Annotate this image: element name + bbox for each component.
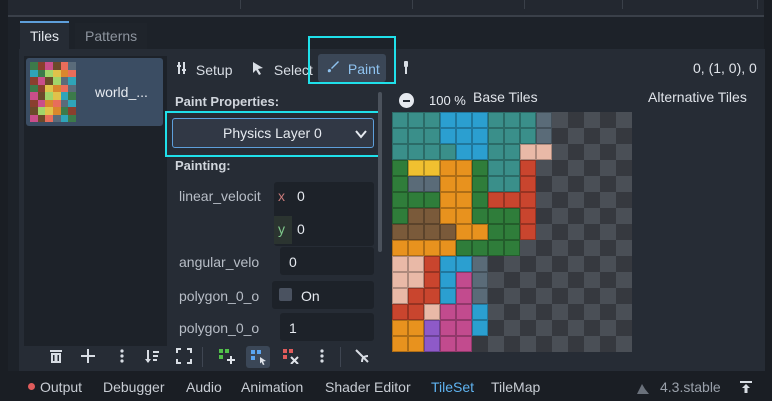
setup-label: Setup xyxy=(195,62,233,78)
base-tiles-label: Base Tiles xyxy=(473,89,538,105)
properties-scrollbar[interactable] xyxy=(378,92,382,252)
tab-tiles[interactable]: Tiles xyxy=(20,21,70,51)
left-scrollbar[interactable] xyxy=(0,0,8,401)
bottom-tab-audio[interactable]: Audio xyxy=(186,379,222,395)
linear-velocity-y-input[interactable]: 0 xyxy=(297,221,305,237)
tab-patterns[interactable]: Patterns xyxy=(75,23,148,49)
panel-divider xyxy=(8,15,764,17)
cursor-icon xyxy=(252,59,270,81)
paint-properties-heading: Paint Properties: xyxy=(175,94,280,109)
version-icon xyxy=(636,381,650,398)
bottom-tab-tilemap[interactable]: TileMap xyxy=(491,379,540,395)
zoom-out-icon[interactable] xyxy=(399,93,414,108)
paint-tool-content[interactable]: Paint xyxy=(326,58,380,80)
tile-source-label: world_... xyxy=(95,84,148,100)
paint-label: Paint xyxy=(347,61,380,77)
property-angular-velocity-label: angular_velo xyxy=(179,254,260,270)
toolbar-divider xyxy=(202,347,203,367)
wrench-icon xyxy=(177,59,192,81)
physics-layer-select[interactable]: Physics Layer 0 xyxy=(172,118,374,148)
eyedropper-icon[interactable] xyxy=(401,60,411,79)
atlas-kebab-icon[interactable] xyxy=(314,348,330,367)
trash-icon[interactable] xyxy=(48,348,64,368)
zoom-level: 100 % xyxy=(429,93,466,108)
property-linear-velocity-label: linear_velocit xyxy=(179,188,261,204)
brush-icon xyxy=(326,58,344,80)
tile-coordinates: 0, (1, 0), 0 xyxy=(693,60,757,76)
error-dot-icon xyxy=(28,383,35,390)
bottom-tab-animation[interactable]: Animation xyxy=(241,379,303,395)
x-axis-label: x xyxy=(278,188,285,204)
chevron-down-icon xyxy=(355,130,367,139)
rotate-icon[interactable] xyxy=(354,348,370,367)
tile-atlas-view[interactable] xyxy=(392,112,634,354)
toolbar-divider-2 xyxy=(340,347,341,367)
bottom-tab-tileset[interactable]: TileSet xyxy=(431,379,474,395)
right-scrollbar[interactable] xyxy=(764,0,772,401)
checkbox[interactable] xyxy=(279,288,292,301)
linear-velocity-x-input[interactable]: 0 xyxy=(297,188,305,204)
expand-panel-icon[interactable] xyxy=(739,380,753,397)
angular-velocity-value: 0 xyxy=(289,254,297,270)
alternative-tiles-label: Alternative Tiles xyxy=(648,89,747,105)
setup-tool[interactable]: Setup xyxy=(177,59,232,81)
painting-heading: Painting: xyxy=(175,158,231,173)
property-polygon-margin-label: polygon_0_o xyxy=(179,320,260,336)
tile-select-icon xyxy=(250,349,268,368)
y-axis-label: y xyxy=(278,221,285,237)
add-icon[interactable] xyxy=(80,348,96,368)
select-label: Select xyxy=(273,62,313,78)
version-label: 4.3.stable xyxy=(660,379,721,395)
polygon-margin-value: 1 xyxy=(289,320,297,336)
tile-add-icon[interactable] xyxy=(218,348,236,367)
tile-source-thumbnail xyxy=(30,62,76,122)
kebab-menu-icon[interactable] xyxy=(114,348,130,368)
fit-view-icon[interactable] xyxy=(176,348,192,367)
bottom-tab-debugger[interactable]: Debugger xyxy=(103,379,165,395)
top-strip xyxy=(0,0,772,16)
polygon-one-way-value: On xyxy=(301,288,320,304)
property-polygon-one-way-label: polygon_0_o xyxy=(179,288,260,304)
sort-icon[interactable] xyxy=(144,348,160,368)
select-tool[interactable]: Select xyxy=(252,59,313,81)
physics-layer-value: Physics Layer 0 xyxy=(223,125,322,141)
bottom-tab-output[interactable]: Output xyxy=(40,379,82,395)
tile-remove-icon[interactable] xyxy=(282,348,300,367)
bottom-tab-shader-editor[interactable]: Shader Editor xyxy=(325,379,411,395)
